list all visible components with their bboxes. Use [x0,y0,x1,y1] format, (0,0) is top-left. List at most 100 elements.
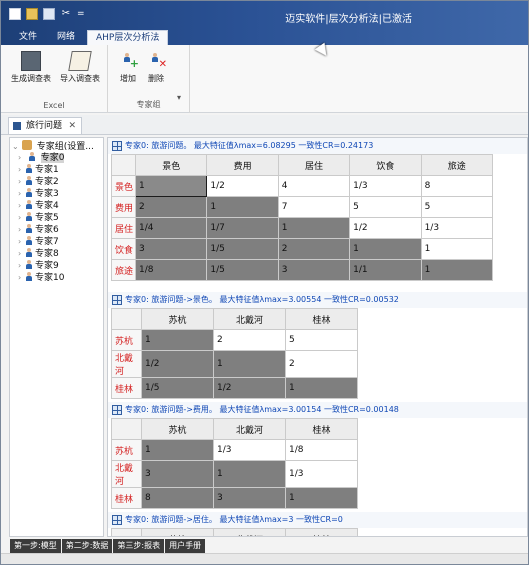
matrix-cell[interactable]: 8 [420,175,494,197]
matrix-cell: 3 [134,238,208,260]
matrix-cell: 1/5 [141,377,214,399]
row-header: 费用 [111,196,136,218]
table-row: 北戴河 1/2 1 2 [111,350,358,378]
survey-sheet-icon [21,51,41,71]
chevron-right-icon[interactable]: › [18,260,25,272]
user-manual-tab[interactable]: 用户手册 [165,539,206,553]
tree-item-expert3[interactable]: › 专家3 [18,188,59,200]
matrix-cell[interactable]: 1/3 [420,217,494,239]
table-row: 饮食 3 1/5 2 1 1 [111,238,494,260]
tree-item-expert7[interactable]: › 专家7 [18,236,59,248]
column-header: 苏杭 [141,418,214,440]
chevron-right-icon[interactable]: › [18,212,25,224]
matrix-cell[interactable]: 5 [285,329,358,351]
close-icon[interactable]: ✕ [68,118,76,134]
grid-icon [112,405,122,415]
tools-icon[interactable]: ✂ [60,8,72,20]
matrix-cell[interactable]: 1 [420,238,494,260]
matrix-cell[interactable]: 5 [420,196,494,218]
tree-item-expert6[interactable]: › 专家6 [18,224,59,236]
tab-file[interactable]: 文件 [11,30,45,45]
step-tabs: 第一步:模型 第二步:数据 第三步:报表 用户手册 [10,539,206,553]
tree-root[interactable]: ⌄ 专家组(设置... [12,140,94,152]
tree-item-expert2[interactable]: › 专家2 [18,176,59,188]
excel-group-label: Excel [43,101,65,110]
matrix-cell[interactable]: 4 [277,175,351,197]
table-row: 居住 1/4 1/7 1 1/2 1/3 [111,217,494,239]
report-panel: 专家0: 旅游问题。 最大特征值λmax=6.08295 一致性CR=0.241… [107,137,528,537]
new-document-icon[interactable] [9,8,21,20]
matrix-section-cost: 专家0: 旅游问题->费用。 最大特征值λmax=3.00154 一致性CR=0… [108,402,527,509]
step-model-tab[interactable]: 第一步:模型 [10,539,61,553]
expert-icon [25,224,33,233]
step-data-tab[interactable]: 第二步:数据 [61,539,113,553]
import-survey-button[interactable]: 导入调查表 [56,51,104,84]
tree-item-label: 专家8 [35,249,59,259]
tree-item-expert9[interactable]: › 专家9 [18,260,59,272]
matrix-cell[interactable]: 2 [285,350,358,378]
table-row: 苏杭 1 1/3 1/8 [111,439,358,461]
delete-expert-button[interactable]: ✕ 删除 [144,51,168,84]
tree-item-expert1[interactable]: › 专家1 [18,164,59,176]
tree-item-label: 专家1 [35,165,59,175]
row-header: 北戴河 [111,350,142,378]
tree-item-label: 专家9 [35,261,59,271]
document-tab-label: 旅行问题 [26,121,63,131]
tab-ahp[interactable]: AHP层次分析法 [87,30,169,45]
matrix-cell: 1/7 [206,217,279,239]
step-report-tab[interactable]: 第三步:报表 [113,539,165,553]
chevron-right-icon[interactable]: › [18,248,25,260]
expert-icon [28,152,36,161]
column-header: 桂林 [285,308,358,330]
matrix-cell: 3 [141,460,214,488]
chevron-right-icon[interactable]: › [18,200,25,212]
matrix-cell[interactable]: 1/2 [206,175,279,197]
comparison-table: 苏杭 北戴河 桂林 苏杭 1 2 5 北戴河 1/2 1 2 桂林 1/5 1/… [111,308,358,399]
matrix-cell: 1/8 [134,259,208,281]
tab-network[interactable]: 网络 [49,30,83,45]
more-options-icon[interactable]: = [77,8,85,20]
table-corner [111,418,142,440]
table-row: 桂林 1/5 1/2 1 [111,377,358,399]
document-tab[interactable]: 旅行问题 ✕ [8,117,83,134]
chevron-right-icon[interactable]: › [18,188,25,200]
table-row: 北戴河 3 1 1/3 [111,460,358,488]
chevron-right-icon[interactable]: › [18,272,25,284]
chevron-right-icon[interactable]: › [18,236,25,248]
title-bar: ✂ = 迈实软件|层次分析法|已激活 [1,1,528,29]
chevron-right-icon[interactable]: › [18,152,25,164]
matrix-cell[interactable]: 5 [349,196,422,218]
save-icon[interactable] [43,8,55,20]
section-header: 专家0: 旅游问题。 最大特征值λmax=6.08295 一致性CR=0.241… [108,138,527,154]
tree-item-expert8[interactable]: › 专家8 [18,248,59,260]
chevron-right-icon[interactable]: › [18,224,25,236]
matrix-cell: 1/5 [206,238,279,260]
chevron-right-icon[interactable]: › [18,164,25,176]
matrix-cell: 3 [277,259,351,281]
matrix-cell[interactable]: 1/8 [285,439,358,461]
matrix-cell[interactable]: 2 [213,329,286,351]
tree-item-expert10[interactable]: › 专家10 [18,272,64,284]
table-row: 旅途 1/8 1/5 3 1/1 1 [111,259,494,281]
tree-item-expert4[interactable]: › 专家4 [18,200,59,212]
open-folder-icon[interactable] [26,8,38,20]
grid-icon [112,515,122,525]
matrix-cell[interactable]: 1/3 [349,175,422,197]
matrix-cell[interactable]: 7 [277,196,351,218]
generate-survey-button[interactable]: 生成调查表 [8,51,54,84]
tree-item-expert5[interactable]: › 专家5 [18,212,59,224]
tree-item-label: 专家3 [35,189,59,199]
tree-item-label: 专家2 [35,177,59,187]
add-expert-button[interactable]: + 增加 [116,51,140,84]
matrix-cell[interactable]: 1/2 [349,217,422,239]
expert-icon [25,272,33,281]
dropdown-arrow-icon[interactable]: ▾ [177,93,181,102]
matrix-cell[interactable]: 1/3 [213,439,286,461]
tree-item-expert0[interactable]: › 专家0 [18,152,65,164]
chevron-right-icon[interactable]: › [18,176,25,188]
generate-survey-label: 生成调查表 [11,74,51,83]
section-title: 专家0: 旅游问题->景色。 最大特征值λmax=3.00554 一致性CR=0… [125,295,399,304]
matrix-cell[interactable]: 1 [134,175,208,197]
document-tabs: 旅行问题 ✕ [1,115,528,135]
matrix-cell[interactable]: 1/3 [285,460,358,488]
